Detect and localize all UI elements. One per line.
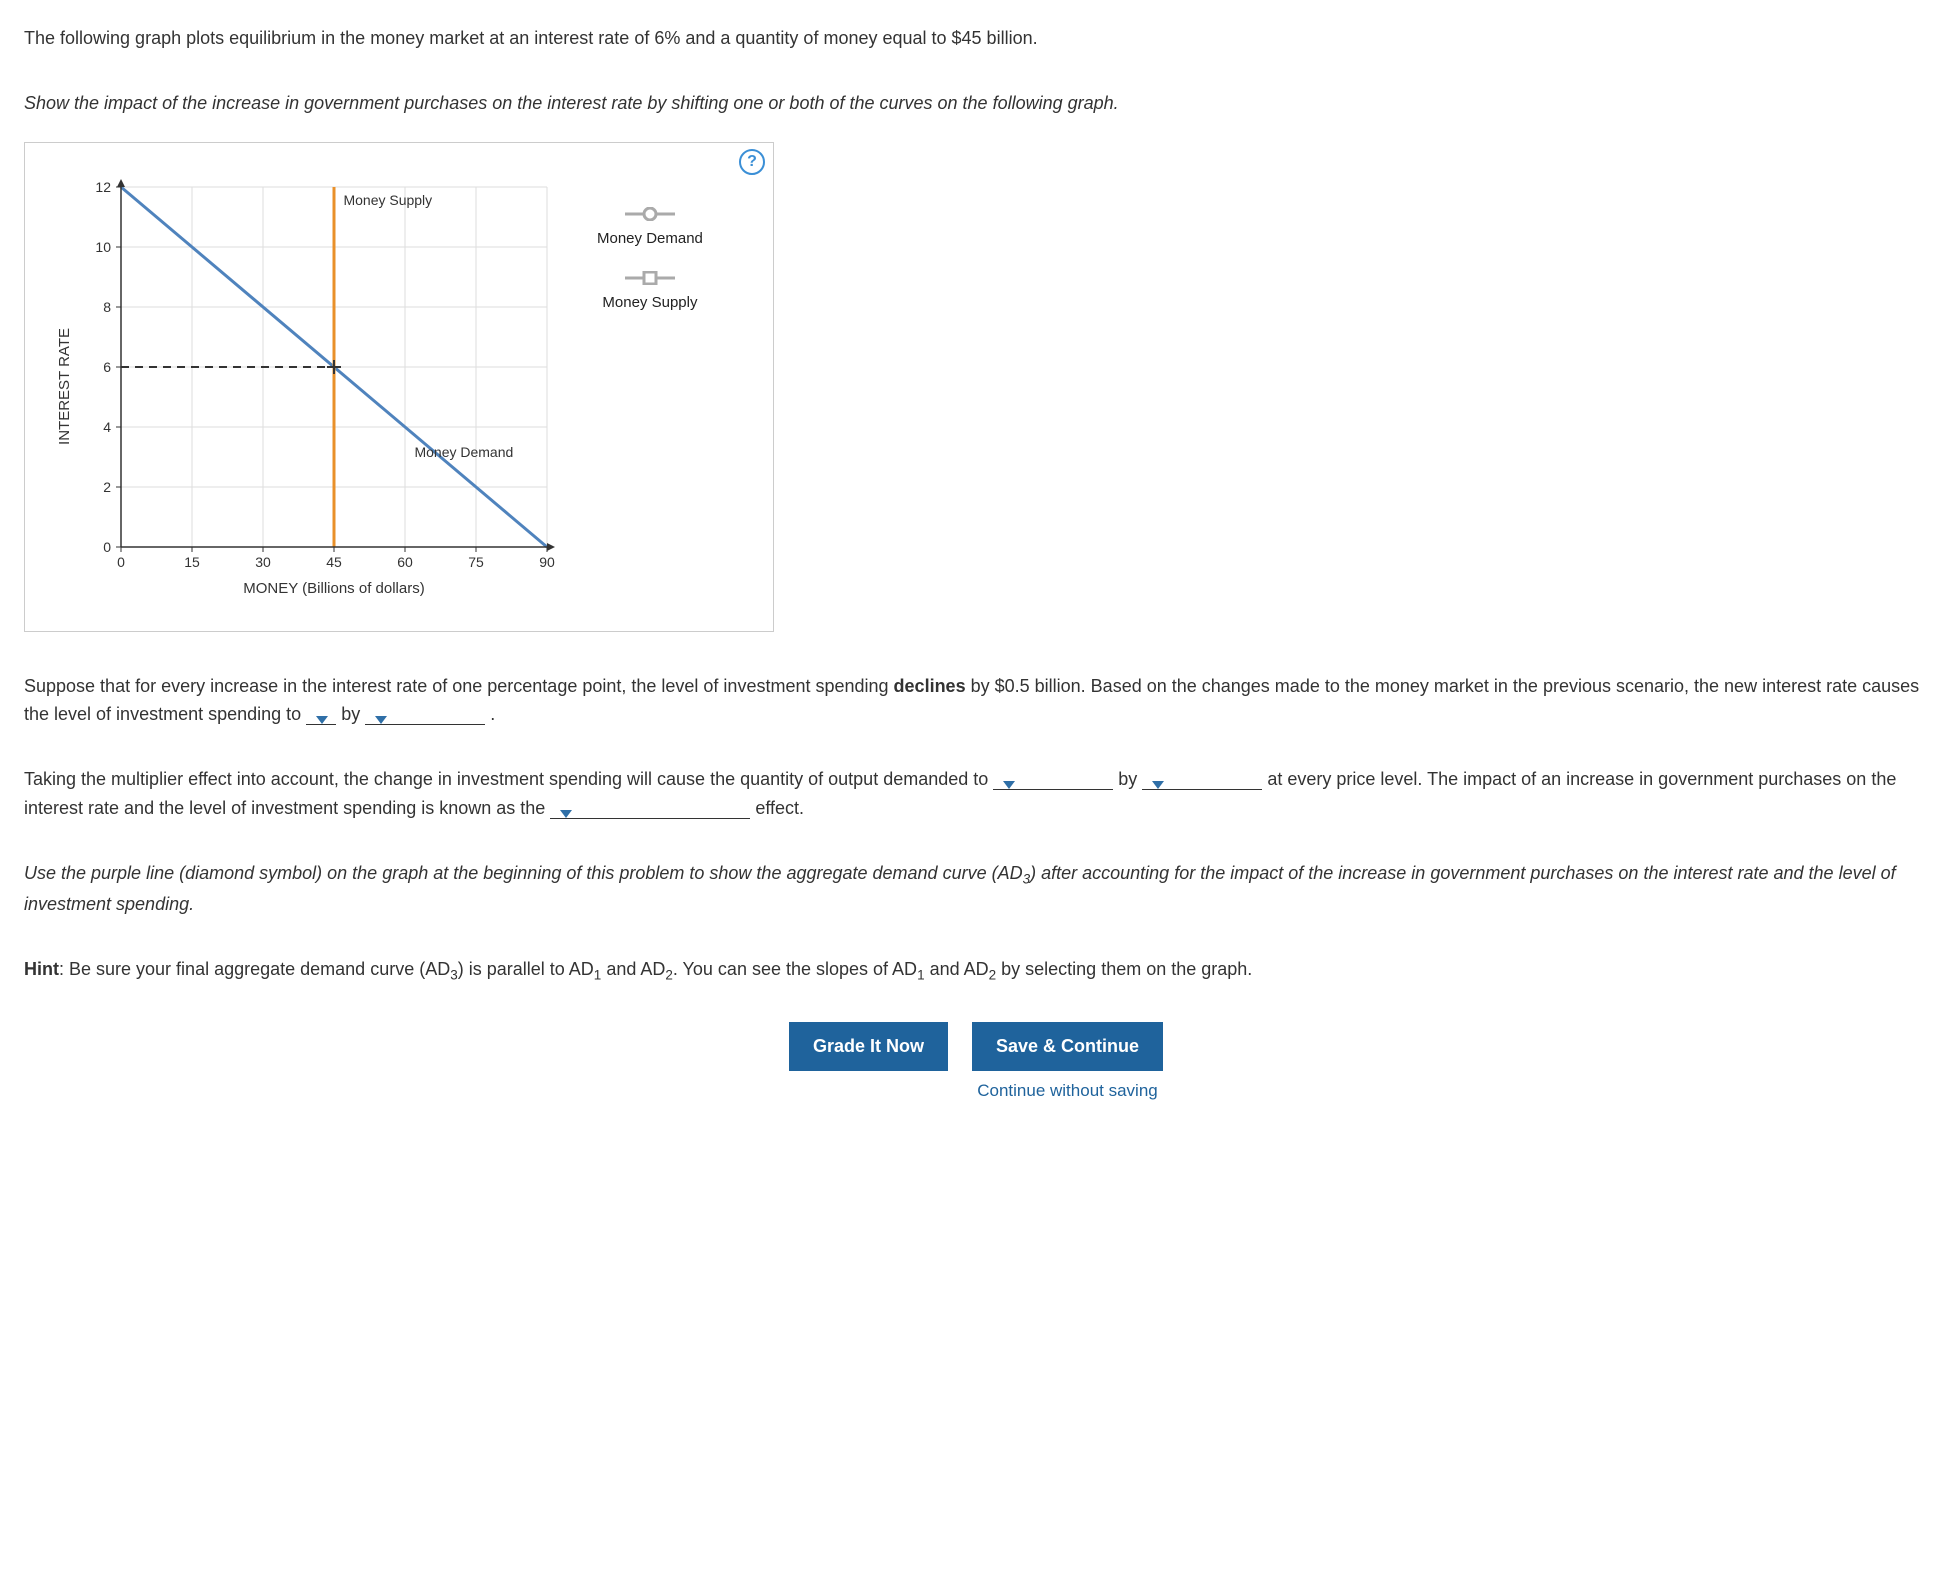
- legend-label: Money Demand: [597, 227, 703, 251]
- graph-card: ? INTEREST RATE 0 15 30 45 60 75 90 0 2 4 6 8 10 12 MO…: [24, 142, 774, 632]
- text: and AD: [925, 959, 989, 979]
- legend-money-supply[interactable]: Money Supply: [597, 271, 703, 315]
- svg-text:0: 0: [103, 539, 111, 555]
- svg-text:0: 0: [117, 554, 125, 570]
- caret-down-icon: [1152, 781, 1164, 789]
- grade-button[interactable]: Grade It Now: [789, 1022, 948, 1071]
- subscript: 2: [665, 967, 673, 982]
- save-continue-button[interactable]: Save & Continue: [972, 1022, 1163, 1071]
- chart-legend: Money Demand Money Supply: [597, 207, 703, 315]
- dropdown-effect[interactable]: [550, 810, 750, 819]
- svg-text:6: 6: [103, 359, 111, 375]
- subscript: 3: [450, 967, 458, 982]
- text: by: [341, 704, 365, 724]
- text: and AD: [601, 959, 665, 979]
- svg-text:Money Demand: Money Demand: [414, 444, 513, 460]
- svg-text:Money Supply: Money Supply: [343, 192, 432, 208]
- svg-text:4: 4: [103, 419, 111, 435]
- paragraph-investment: Suppose that for every increase in the i…: [24, 672, 1928, 730]
- intro-text: The following graph plots equilibrium in…: [24, 24, 1928, 53]
- svg-text:60: 60: [397, 554, 413, 570]
- circle-marker-icon: [625, 207, 675, 221]
- svg-text:10: 10: [95, 239, 111, 255]
- legend-money-demand[interactable]: Money Demand: [597, 207, 703, 251]
- subscript: 3: [1023, 871, 1031, 886]
- svg-text:75: 75: [468, 554, 484, 570]
- y-axis-label: INTEREST RATE: [49, 328, 77, 445]
- text: Taking the multiplier effect into accoun…: [24, 769, 993, 789]
- text: ) is parallel to AD: [458, 959, 594, 979]
- dropdown-direction-2[interactable]: [993, 781, 1113, 790]
- caret-down-icon: [316, 716, 328, 724]
- text: Use the purple line (diamond symbol) on …: [24, 863, 1023, 883]
- dropdown-amount-1[interactable]: [365, 716, 485, 725]
- instruction-text: Show the impact of the increase in gover…: [24, 89, 1928, 118]
- caret-down-icon: [375, 716, 387, 724]
- text: .: [490, 704, 495, 724]
- hint-label: Hint: [24, 959, 59, 979]
- chart-area[interactable]: INTEREST RATE 0 15 30 45 60 75 90 0 2 4 6 8 10 12 MONE…: [49, 167, 557, 607]
- svg-text:MONEY (Billions of dollars): MONEY (Billions of dollars): [243, 580, 424, 597]
- footer-buttons: Grade It Now Save & Continue Continue wi…: [24, 1022, 1928, 1104]
- subscript: 1: [917, 967, 925, 982]
- square-marker-icon: [625, 271, 675, 285]
- svg-text:30: 30: [255, 554, 271, 570]
- svg-text:8: 8: [103, 299, 111, 315]
- legend-label: Money Supply: [602, 291, 697, 315]
- dropdown-amount-2[interactable]: [1142, 781, 1262, 790]
- svg-text:15: 15: [184, 554, 200, 570]
- subscript: 2: [989, 967, 997, 982]
- text-bold: declines: [894, 676, 966, 696]
- svg-text:45: 45: [326, 554, 342, 570]
- paragraph-hint: Hint: Be sure your final aggregate deman…: [24, 955, 1928, 986]
- chart-svg[interactable]: 0 15 30 45 60 75 90 0 2 4 6 8 10 12 MONEY (Billions of…: [77, 167, 557, 607]
- text: : Be sure your final aggregate demand cu…: [59, 959, 450, 979]
- text: . You can see the slopes of AD: [673, 959, 917, 979]
- dropdown-direction-1[interactable]: [306, 716, 336, 725]
- continue-without-saving-link[interactable]: Continue without saving: [977, 1077, 1158, 1104]
- text: Suppose that for every increase in the i…: [24, 676, 894, 696]
- paragraph-ad3-instruction: Use the purple line (diamond symbol) on …: [24, 859, 1928, 919]
- svg-text:2: 2: [103, 479, 111, 495]
- caret-down-icon: [560, 810, 572, 818]
- svg-text:90: 90: [539, 554, 555, 570]
- svg-text:12: 12: [95, 179, 111, 195]
- text: by selecting them on the graph.: [996, 959, 1252, 979]
- help-icon[interactable]: ?: [739, 149, 765, 175]
- text: by: [1118, 769, 1142, 789]
- text: effect.: [755, 798, 804, 818]
- paragraph-multiplier: Taking the multiplier effect into accoun…: [24, 765, 1928, 823]
- caret-down-icon: [1003, 781, 1015, 789]
